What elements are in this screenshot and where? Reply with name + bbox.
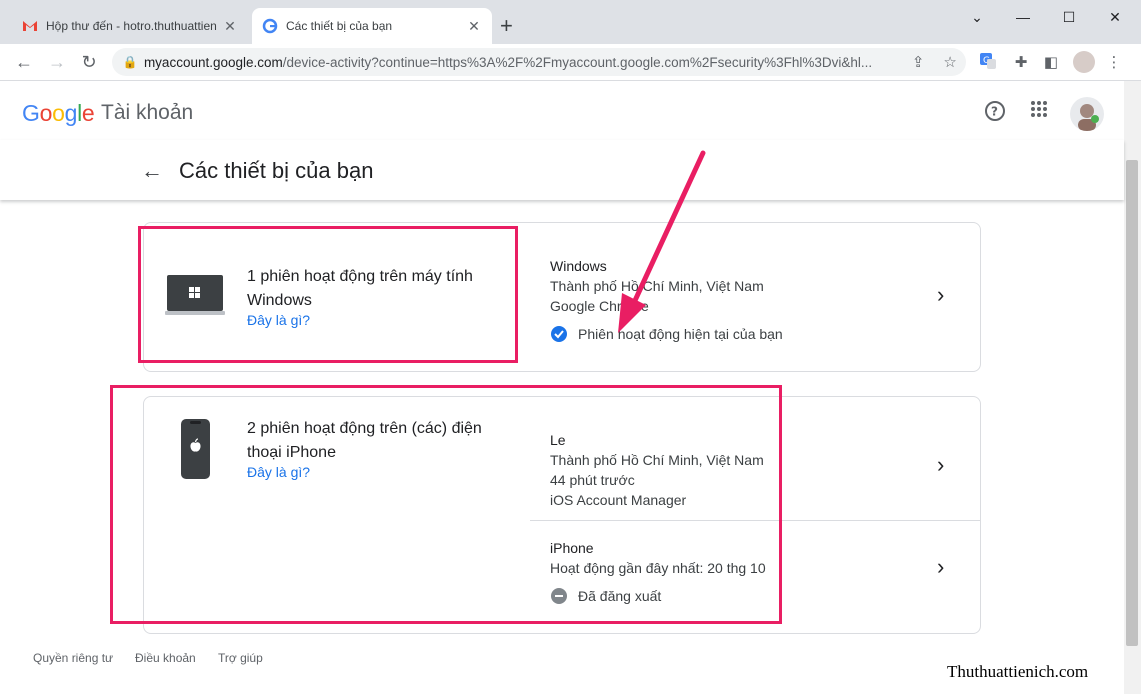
page-title: Các thiết bị của bạn xyxy=(179,158,374,183)
side-panel-icon[interactable]: ◧ xyxy=(1041,53,1061,73)
menu-kebab-icon[interactable]: ⋮ xyxy=(1104,53,1124,73)
tab-title: Hộp thư đến - hotro.thuthuattien xyxy=(46,19,217,33)
annotation-arrow-icon xyxy=(618,150,706,333)
google-g-icon xyxy=(262,18,278,34)
account-product-label: Tài khoản xyxy=(101,101,194,124)
forward-icon[interactable]: → xyxy=(45,50,69,74)
chevron-right-icon[interactable]: › xyxy=(937,452,944,478)
account-avatar[interactable] xyxy=(1070,97,1104,131)
help-icon[interactable]: ? xyxy=(981,100,1009,128)
svg-text:?: ? xyxy=(991,105,998,119)
tab-devices[interactable]: Các thiết bị của bạn ✕ xyxy=(252,8,492,44)
close-window-button[interactable]: ✕ xyxy=(1092,4,1138,30)
gmail-icon xyxy=(23,21,37,31)
lock-icon[interactable]: 🔒 xyxy=(116,55,144,69)
maximize-button[interactable]: ☐ xyxy=(1046,4,1092,30)
browser-toolbar: ← → ↻ 🔒 myaccount.google.com/device-acti… xyxy=(0,44,1141,81)
bookmark-star-icon[interactable]: ☆ xyxy=(934,53,966,71)
scrollbar-thumb[interactable] xyxy=(1126,160,1138,646)
apps-grid-icon[interactable] xyxy=(1025,100,1053,128)
minimize-button[interactable]: — xyxy=(1000,4,1046,30)
sub-header xyxy=(0,140,1124,200)
back-icon[interactable]: ← xyxy=(12,50,36,74)
tab-title: Các thiết bị của bạn xyxy=(286,19,393,33)
close-tab-icon[interactable]: ✕ xyxy=(466,18,482,35)
tab-search-icon[interactable]: ⌄ xyxy=(954,4,1000,30)
url-text[interactable]: myaccount.google.com/device-activity?con… xyxy=(144,55,902,70)
highlight-box-windows xyxy=(138,226,518,363)
reload-icon[interactable]: ↻ xyxy=(77,50,101,74)
tab-gmail[interactable]: Hộp thư đến - hotro.thuthuattien ✕ xyxy=(12,8,248,44)
privacy-link[interactable]: Quyền riêng tư xyxy=(33,651,113,665)
profile-avatar-icon[interactable] xyxy=(1073,51,1095,73)
translate-icon[interactable]: G xyxy=(978,52,998,72)
help-link[interactable]: Trợ giúp xyxy=(218,651,263,665)
extensions-icon[interactable]: ✚ xyxy=(1011,53,1031,73)
back-arrow-icon[interactable]: ← xyxy=(138,158,166,184)
chevron-right-icon[interactable]: › xyxy=(937,554,944,580)
terms-link[interactable]: Điều khoản xyxy=(135,651,196,665)
watermark: Thuthuattienich.com xyxy=(947,662,1089,681)
google-logo[interactable]: Google xyxy=(22,100,95,127)
highlight-box-iphone xyxy=(110,385,782,624)
check-circle-icon xyxy=(551,326,567,342)
address-bar[interactable]: 🔒 myaccount.google.com/device-activity?c… xyxy=(112,48,966,76)
chevron-right-icon[interactable]: › xyxy=(937,282,944,308)
new-tab-button[interactable]: + xyxy=(500,14,513,38)
share-icon[interactable]: ⇪ xyxy=(902,53,934,71)
close-tab-icon[interactable]: ✕ xyxy=(222,18,238,35)
